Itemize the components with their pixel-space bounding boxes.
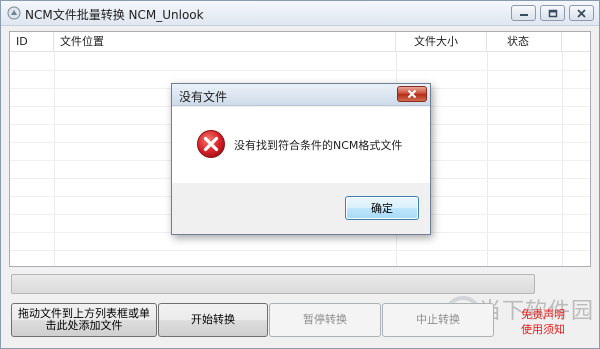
dialog-close-button[interactable]: [397, 86, 427, 102]
restore-button[interactable]: [540, 5, 565, 21]
add-files-button[interactable]: 拖动文件到上方列表框或单击此处添加文件: [11, 303, 157, 337]
minimize-icon: [519, 14, 528, 16]
app-icon: [7, 6, 21, 20]
restore-icon: [548, 9, 557, 17]
minimize-button[interactable]: [511, 5, 536, 21]
dialog-body: 没有找到符合条件的NCM格式文件: [172, 107, 430, 183]
column-status[interactable]: 状态: [487, 32, 562, 52]
main-window: NCM文件批量转换 NCM_Unlook ID 文件位置 文件大小 状态 当下软…: [0, 0, 600, 349]
close-icon: [577, 8, 586, 18]
close-button[interactable]: [569, 5, 594, 21]
column-id[interactable]: ID: [10, 32, 54, 52]
column-file-location[interactable]: 文件位置: [54, 32, 396, 52]
conversion-progress-bar: [11, 274, 535, 294]
grid-line: [10, 250, 590, 251]
dialog-message: 没有找到符合条件的NCM格式文件: [234, 139, 403, 152]
list-header: ID 文件位置 文件大小 状态: [10, 32, 590, 52]
window-title: NCM文件批量转换 NCM_Unlook: [25, 8, 204, 22]
start-conversion-button[interactable]: 开始转换: [158, 303, 268, 337]
error-icon: [197, 130, 225, 158]
disclaimer-link[interactable]: 免责声明: [521, 306, 565, 322]
dialog-title: 没有文件: [179, 90, 228, 104]
column-file-size[interactable]: 文件大小: [396, 32, 487, 52]
usage-notes-link[interactable]: 使用须知: [521, 321, 565, 337]
pause-conversion-button[interactable]: 暂停转换: [269, 303, 381, 337]
stop-conversion-button[interactable]: 中止转换: [382, 303, 494, 337]
dialog-ok-button[interactable]: 确定: [345, 196, 419, 220]
grid-line: [10, 70, 590, 71]
title-bar: NCM文件批量转换 NCM_Unlook: [1, 1, 599, 26]
no-files-dialog: 没有文件 没有找到符合条件的NCM格式文件 确定: [171, 83, 431, 235]
close-icon: [407, 89, 417, 99]
dialog-title-bar: 没有文件: [172, 84, 430, 106]
